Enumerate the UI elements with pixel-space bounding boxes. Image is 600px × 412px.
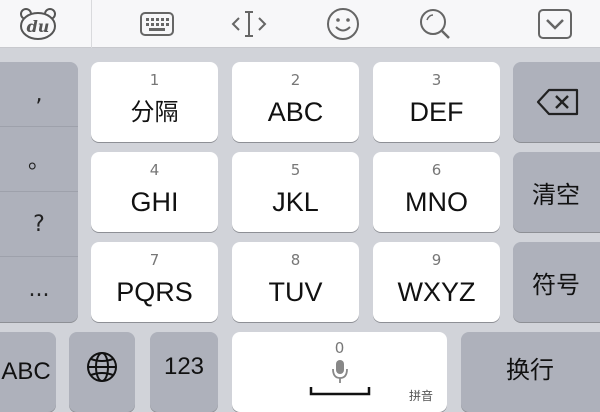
- key-7-pqrs[interactable]: 7 PQRS: [91, 242, 218, 322]
- search-button[interactable]: [410, 0, 460, 48]
- key-number: 7: [149, 251, 160, 269]
- key-2-abc[interactable]: 2 ABC: [232, 62, 359, 142]
- key-6-mno[interactable]: 6 MNO: [373, 152, 500, 232]
- candidate-toolbar: du: [0, 0, 600, 48]
- punctuation-label: ,: [35, 81, 43, 107]
- abc-switch-key[interactable]: ABC: [0, 332, 56, 412]
- key-label: MNO: [405, 187, 468, 217]
- key-3-def[interactable]: 3 DEF: [373, 62, 500, 142]
- key-8-tuv[interactable]: 8 TUV: [232, 242, 359, 322]
- space-key[interactable]: 0 拼音: [232, 332, 447, 412]
- punctuation-column: , 。 ? ...: [0, 62, 78, 322]
- enter-key[interactable]: 换行: [461, 332, 600, 412]
- key-number: 3: [431, 71, 442, 89]
- emoji-icon: [327, 8, 359, 40]
- cursor-move-button[interactable]: [224, 0, 274, 48]
- hide-keyboard-button[interactable]: [530, 0, 580, 48]
- key-label: 分隔: [130, 98, 179, 126]
- key-label: DEF: [409, 97, 464, 127]
- key-9-wxyz[interactable]: 9 WXYZ: [373, 242, 500, 322]
- symbols-key[interactable]: 符号: [513, 242, 600, 322]
- key-label: 123: [163, 353, 205, 380]
- clear-key[interactable]: 清空: [513, 152, 600, 232]
- key-number: 2: [290, 71, 301, 89]
- key-number: 4: [149, 161, 160, 179]
- pinyin-hint-label: 拼音: [408, 389, 433, 403]
- punctuation-question-key[interactable]: ?: [0, 192, 78, 256]
- search-icon: [420, 9, 450, 39]
- key-label: ABC: [1, 358, 51, 385]
- key-label: ABC: [267, 97, 324, 127]
- numbers-key[interactable]: 123: [150, 332, 218, 412]
- key-5-jkl[interactable]: 5 JKL: [232, 152, 359, 232]
- punctuation-comma-key[interactable]: ,: [0, 62, 78, 126]
- baidu-logo-button[interactable]: du: [10, 0, 66, 48]
- space-bar-icon: [309, 387, 370, 396]
- globe-icon: [87, 352, 117, 382]
- microphone-icon: [331, 360, 348, 383]
- key-number: 6: [431, 161, 442, 179]
- key-label: TUV: [268, 277, 323, 307]
- punctuation-period-key[interactable]: 。: [0, 127, 78, 191]
- key-label: 换行: [506, 355, 554, 384]
- keyboard-icon: [140, 12, 174, 36]
- globe-key[interactable]: [69, 332, 135, 412]
- punctuation-label: ?: [33, 211, 45, 237]
- key-number: 9: [431, 251, 442, 269]
- backspace-icon: [536, 88, 579, 116]
- punctuation-ellipsis-key[interactable]: ...: [0, 257, 78, 321]
- key-label: 符号: [532, 270, 580, 299]
- key-4-ghi[interactable]: 4 GHI: [91, 152, 218, 232]
- toolbar-separator: [91, 0, 92, 48]
- key-1-separator[interactable]: 1 分隔: [91, 62, 218, 142]
- key-number: 0: [334, 339, 345, 357]
- hide-keyboard-icon: [538, 9, 572, 39]
- keyboard-switch-button[interactable]: [132, 0, 182, 48]
- cursor-move-icon: [231, 11, 267, 37]
- backspace-key[interactable]: [513, 62, 600, 142]
- punctuation-label: 。: [27, 149, 50, 174]
- baidu-logo-icon: du: [20, 8, 56, 40]
- punctuation-label: ...: [28, 276, 50, 302]
- key-label: 清空: [532, 180, 580, 209]
- emoji-button[interactable]: [318, 0, 368, 48]
- key-label: PQRS: [116, 277, 193, 307]
- key-number: 5: [290, 161, 301, 179]
- key-label: GHI: [130, 187, 179, 217]
- key-label: WXYZ: [397, 277, 476, 307]
- key-number: 8: [290, 251, 301, 269]
- key-number: 1: [149, 71, 160, 89]
- svg-text:du: du: [27, 17, 50, 36]
- key-label: JKL: [272, 187, 319, 217]
